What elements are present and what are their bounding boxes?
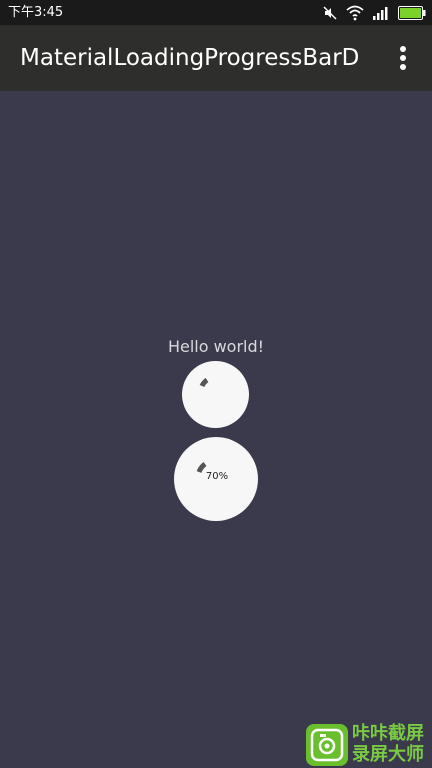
progress-circle-small <box>182 361 249 428</box>
progress-percent-label: 70% <box>205 471 229 482</box>
battery-icon <box>398 5 426 20</box>
wifi-icon <box>346 5 364 20</box>
mute-icon <box>323 5 337 20</box>
signal-icon <box>373 6 388 20</box>
content-area: Hello world! 70% <box>0 91 432 768</box>
status-icons <box>322 4 426 21</box>
watermark-line-2: 录屏大师 <box>352 744 424 765</box>
app-title: MaterialLoadingProgressBarD. <box>20 45 360 71</box>
overflow-menu-icon[interactable] <box>394 43 414 73</box>
watermark: 咔咔截屏 录屏大师 <box>306 724 430 766</box>
watermark-line-1: 咔咔截屏 <box>352 723 424 744</box>
hello-text: Hello world! <box>167 337 265 356</box>
app-bar: MaterialLoadingProgressBarD. <box>0 25 432 91</box>
spinner-icon <box>199 377 209 388</box>
camera-icon <box>306 724 348 766</box>
progress-circle-large: 70% <box>174 437 258 521</box>
status-time: 下午3:45 <box>8 5 64 20</box>
status-bar: 下午3:45 <box>0 0 432 25</box>
